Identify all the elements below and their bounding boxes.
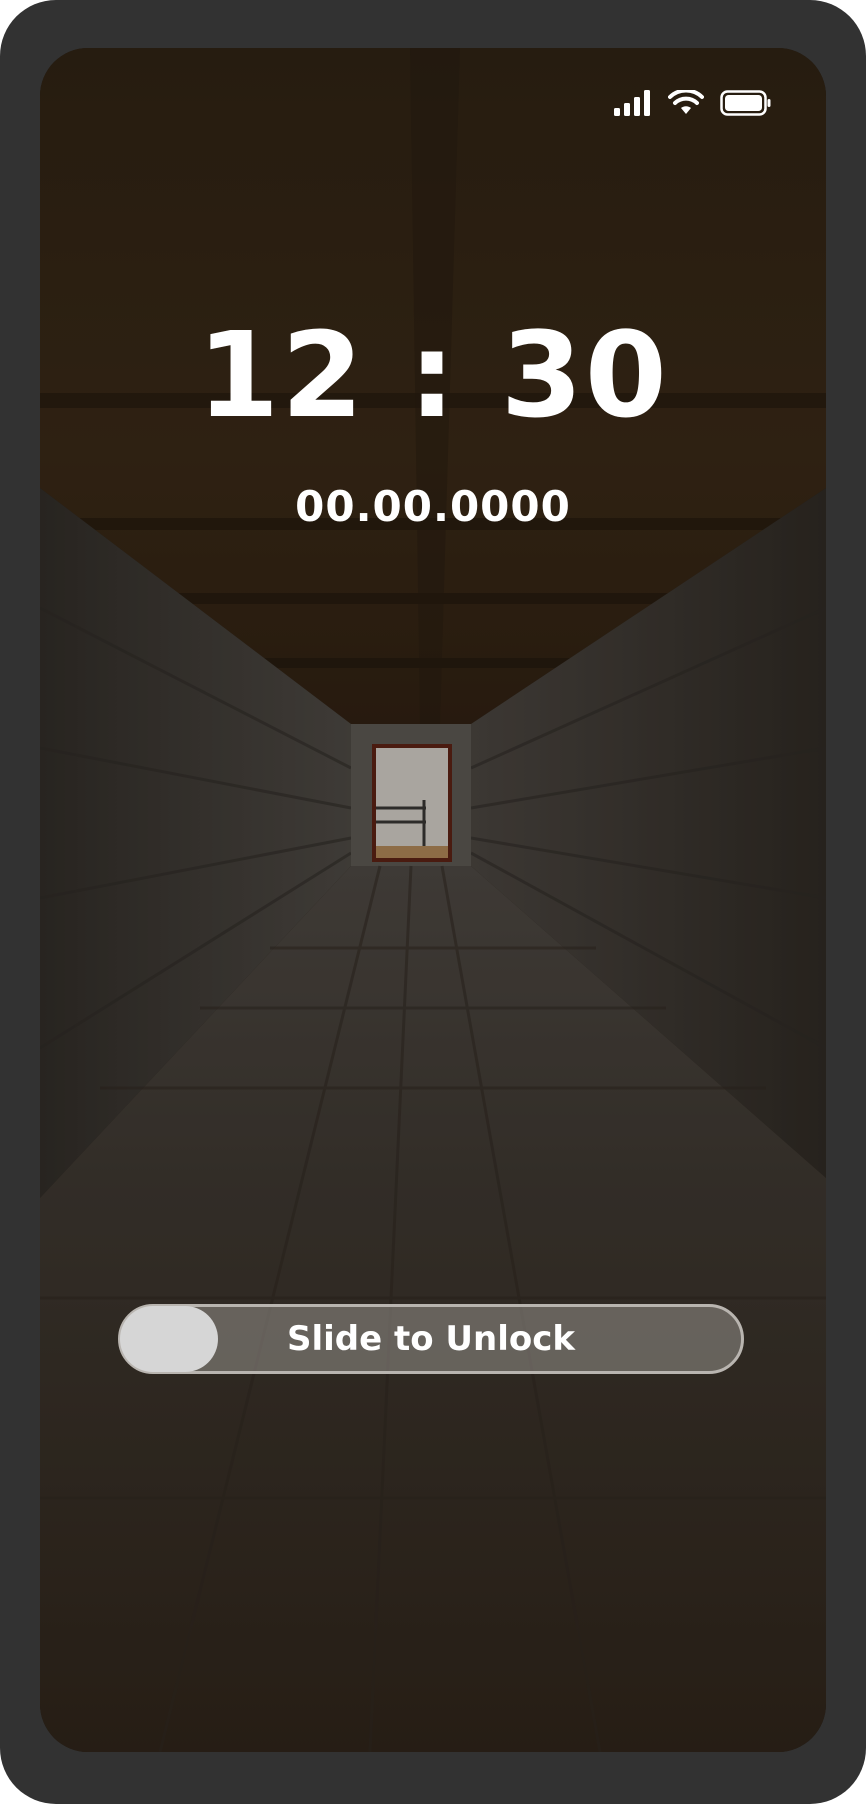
corridor-wallpaper bbox=[40, 48, 826, 1752]
clock-time: 12 : 30 bbox=[197, 306, 669, 444]
status-bar bbox=[614, 88, 772, 118]
cellular-signal-icon bbox=[614, 90, 650, 116]
lock-screen: 12 : 30 00.00.0000 Slide to Unlock bbox=[40, 48, 826, 1752]
clock-date: 00.00.0000 bbox=[295, 482, 571, 531]
wifi-icon bbox=[668, 90, 704, 114]
phone-frame: 12 : 30 00.00.0000 Slide to Unlock bbox=[0, 0, 866, 1804]
battery-icon bbox=[720, 90, 771, 116]
slide-to-unlock-slider[interactable]: Slide to Unlock bbox=[118, 1304, 744, 1374]
slide-to-unlock-label: Slide to Unlock bbox=[286, 1319, 576, 1359]
